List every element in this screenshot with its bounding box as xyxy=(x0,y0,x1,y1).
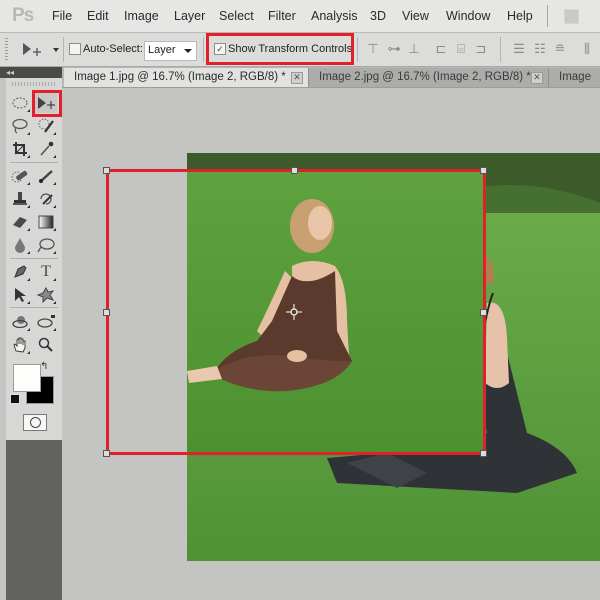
close-icon[interactable]: ✕ xyxy=(291,72,303,84)
type-icon: T xyxy=(41,263,51,280)
tab-label: Image 2.jpg @ 16.7% (Image 2, RGB/8) * xyxy=(319,71,531,83)
menu-file[interactable]: File xyxy=(52,9,72,23)
toolbox-divider xyxy=(10,162,58,163)
menu-layer[interactable]: Layer xyxy=(174,9,205,23)
menu-view[interactable]: View xyxy=(402,9,429,23)
clone-stamp-icon xyxy=(13,192,27,205)
menu-edit[interactable]: Edit xyxy=(87,9,109,23)
hand-icon xyxy=(13,337,26,353)
menu-analysis[interactable]: Analysis xyxy=(311,9,358,23)
brush-icon xyxy=(39,170,53,183)
quick-selection-tool[interactable] xyxy=(35,116,57,136)
elliptical-marquee-tool[interactable] xyxy=(9,93,31,113)
3d-rotate-tool[interactable] xyxy=(9,312,31,332)
distribute-vertical-centers-icon[interactable]: ☷ xyxy=(533,42,547,56)
crop-tool[interactable] xyxy=(9,139,31,159)
quick-mask-button[interactable] xyxy=(23,414,47,431)
zoom-icon xyxy=(38,337,53,352)
path-selection-tool[interactable] xyxy=(9,285,31,305)
toolbox-collapse-button[interactable]: ◂◂ xyxy=(0,67,62,78)
foreground-color-swatch[interactable] xyxy=(13,364,41,392)
menu-bar: Ps File Edit Image Layer Select Filter A… xyxy=(0,0,600,33)
hand-tool[interactable] xyxy=(9,335,31,355)
align-right-edges-icon[interactable]: ⊐ xyxy=(474,42,488,56)
toolbox-divider xyxy=(10,258,58,259)
transform-handle-middle-left[interactable] xyxy=(103,309,110,316)
history-brush-tool[interactable] xyxy=(35,189,57,209)
transform-handle-middle-right[interactable] xyxy=(480,309,487,316)
default-colors-icon[interactable] xyxy=(10,394,20,404)
align-top-edges-icon[interactable]: ⊤ xyxy=(366,42,380,56)
move-tool-icon xyxy=(23,43,59,56)
auto-select-target-value: Layer xyxy=(148,44,176,56)
clone-stamp-tool[interactable] xyxy=(9,189,31,209)
tab-image-2[interactable]: Image 2.jpg @ 16.7% (Image 2, RGB/8) * ✕ xyxy=(309,68,549,87)
tab-label: Image 1.jpg @ 16.7% (Image 2, RGB/8) * xyxy=(74,71,286,83)
options-bar-grip[interactable] xyxy=(5,38,8,62)
menu-3d[interactable]: 3D xyxy=(370,9,386,23)
options-divider xyxy=(63,37,64,62)
auto-select-checkbox[interactable] xyxy=(69,43,81,55)
align-left-edges-icon[interactable]: ⊏ xyxy=(434,42,448,56)
gradient-icon xyxy=(38,215,54,229)
custom-shape-tool[interactable] xyxy=(35,285,57,305)
transform-handle-top-right[interactable] xyxy=(480,167,487,174)
blur-tool[interactable] xyxy=(9,235,31,255)
menu-divider xyxy=(547,5,548,27)
annotation-highlight-move-tool xyxy=(32,90,62,117)
launch-bridge-icon[interactable] xyxy=(564,9,579,24)
close-icon[interactable]: ✕ xyxy=(531,72,543,84)
menu-help[interactable]: Help xyxy=(507,9,533,23)
distribute-top-edges-icon[interactable]: ☰ xyxy=(512,42,526,56)
gradient-tool[interactable] xyxy=(35,212,57,232)
menu-window[interactable]: Window xyxy=(446,9,490,23)
menu-filter[interactable]: Filter xyxy=(268,9,296,23)
elliptical-marquee-icon xyxy=(12,97,28,109)
transform-handle-bottom-right[interactable] xyxy=(480,450,487,457)
tab-image-3[interactable]: Image 3 xyxy=(549,68,600,102)
transform-handle-bottom-left[interactable] xyxy=(103,450,110,457)
transform-reference-point-icon[interactable] xyxy=(285,303,303,321)
annotation-highlight-transform-controls xyxy=(206,33,354,65)
toolbox-divider xyxy=(10,307,58,308)
brush-tool[interactable] xyxy=(35,166,57,186)
options-divider xyxy=(500,37,501,62)
eyedropper-tool[interactable] xyxy=(35,139,57,159)
chevron-down-icon xyxy=(184,49,192,53)
dodge-tool[interactable] xyxy=(35,235,57,255)
eraser-tool[interactable] xyxy=(9,212,31,232)
swap-colors-icon[interactable]: ↰ xyxy=(40,361,48,372)
menu-image[interactable]: Image xyxy=(124,9,159,23)
eyedropper-icon xyxy=(40,141,54,156)
tab-image-1[interactable]: Image 1.jpg @ 16.7% (Image 2, RGB/8) * ✕ xyxy=(64,68,309,87)
options-divider xyxy=(357,37,358,62)
type-tool[interactable]: T xyxy=(35,262,57,282)
pen-icon xyxy=(14,265,27,278)
history-brush-icon xyxy=(40,193,53,205)
menu-select[interactable]: Select xyxy=(219,9,254,23)
path-selection-icon xyxy=(15,288,26,302)
3d-orbit-tool[interactable] xyxy=(35,312,57,332)
toolbox-grip[interactable] xyxy=(12,82,56,86)
transform-handle-top-center[interactable] xyxy=(291,167,298,174)
auto-select-label: Auto-Select: xyxy=(83,43,143,55)
transform-handle-top-left[interactable] xyxy=(103,167,110,174)
crop-icon xyxy=(13,142,27,156)
zoom-tool[interactable] xyxy=(35,335,57,355)
options-divider xyxy=(203,37,204,62)
align-horizontal-centers-icon[interactable]: ⌸ xyxy=(454,42,468,56)
align-vertical-centers-icon[interactable]: ⊶ xyxy=(387,42,401,56)
align-bottom-edges-icon[interactable]: ⊥ xyxy=(407,42,421,56)
spot-healing-brush-tool[interactable] xyxy=(9,166,31,186)
tool-preset-picker[interactable] xyxy=(20,40,62,58)
auto-select-target-dropdown[interactable]: Layer xyxy=(144,41,197,61)
blur-icon xyxy=(15,238,25,253)
pen-tool[interactable] xyxy=(9,262,31,282)
photoshop-logo: Ps xyxy=(12,5,34,26)
distribute-left-edges-icon[interactable]: ⫼ xyxy=(580,42,594,56)
distribute-bottom-edges-icon[interactable]: ≘ xyxy=(553,42,567,56)
lasso-tool[interactable] xyxy=(9,116,31,136)
chevron-down-icon xyxy=(53,48,59,52)
